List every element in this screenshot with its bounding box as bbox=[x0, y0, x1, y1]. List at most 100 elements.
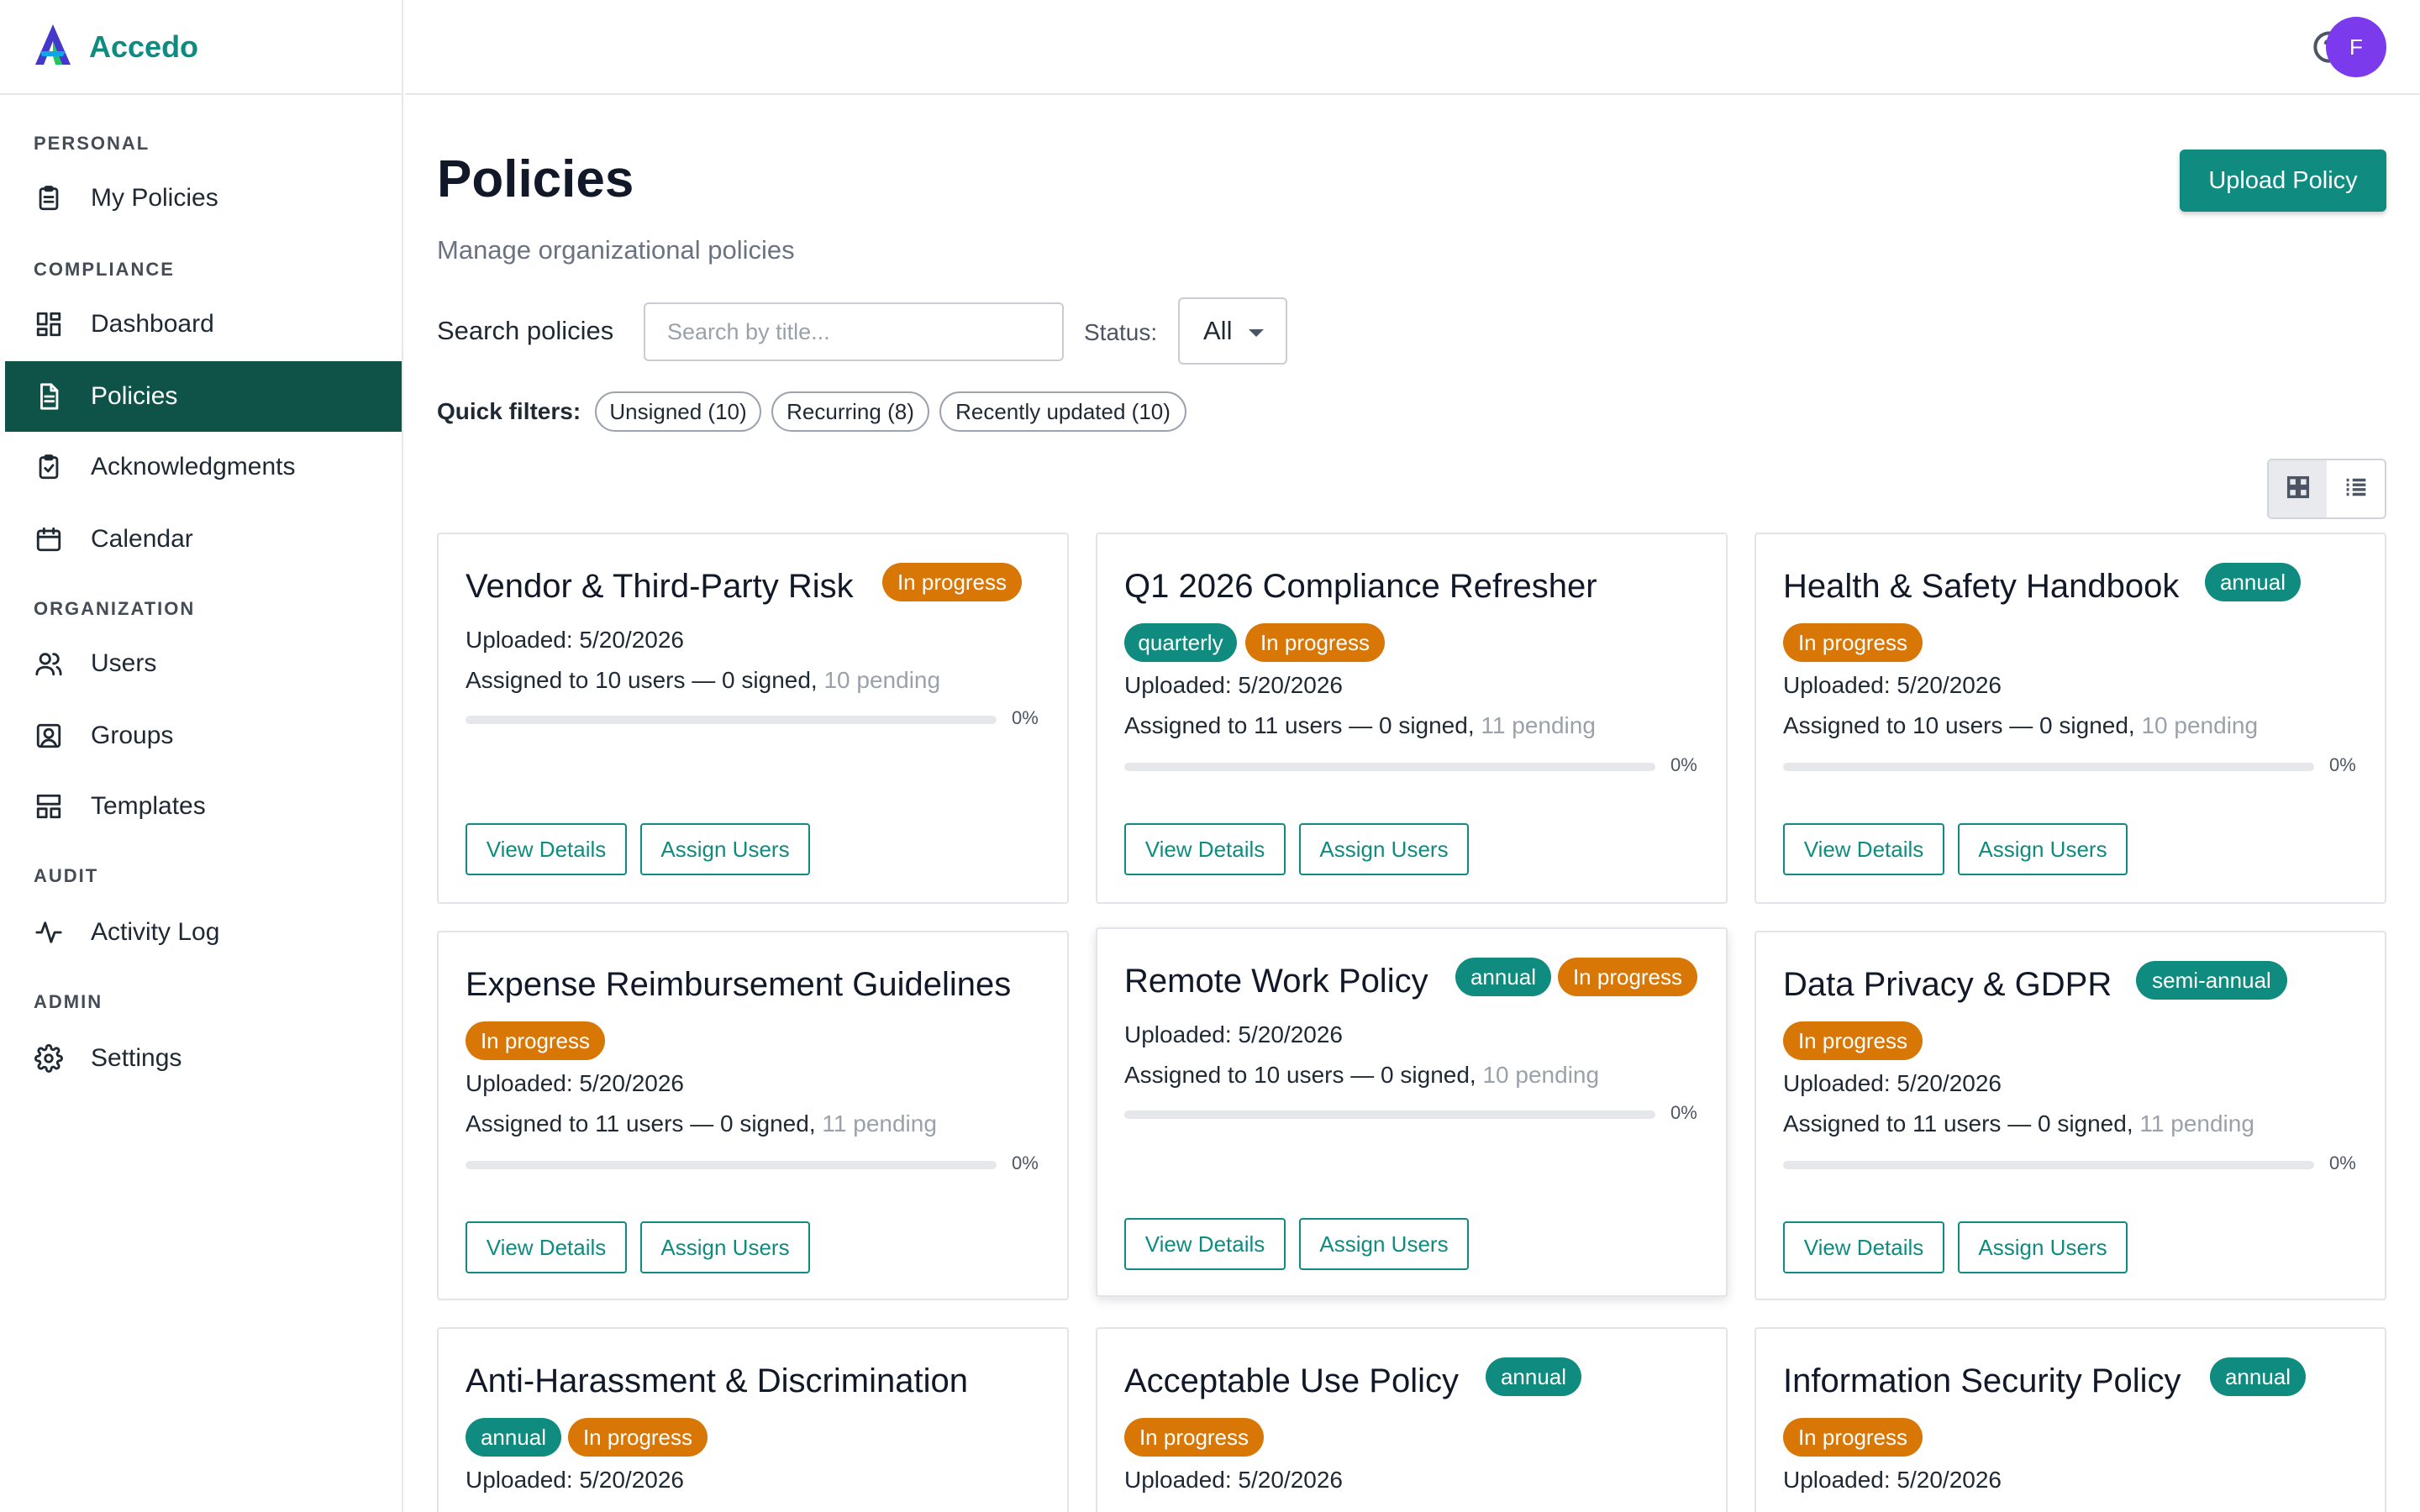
brand-name: Accedo bbox=[89, 29, 199, 64]
assigned-text: Assigned to 10 users — 0 signed bbox=[466, 667, 811, 693]
assign-users-button[interactable]: Assign Users bbox=[1299, 823, 1469, 875]
card-title: Anti-Harassment & Discrimination bbox=[466, 1362, 968, 1399]
sidebar-item-acknowledgments[interactable]: Acknowledgments bbox=[5, 432, 402, 502]
status-badge: In progress bbox=[1783, 623, 1923, 662]
calendar-icon bbox=[34, 524, 64, 554]
grid-view-button[interactable] bbox=[2269, 460, 2327, 517]
progress-bar bbox=[1783, 763, 2314, 771]
gear-icon bbox=[34, 1043, 64, 1074]
assigned-text: Assigned to 11 users — 0 signed bbox=[1124, 712, 1468, 738]
progress-bar bbox=[466, 1161, 997, 1169]
policy-card[interactable]: Health & Safety Handbook annual In progr… bbox=[1754, 533, 2386, 904]
policy-card[interactable]: Remote Work Policy annual In progress Up… bbox=[1096, 927, 1728, 1297]
search-input[interactable] bbox=[644, 302, 1064, 361]
chevron-down-icon bbox=[1249, 329, 1264, 337]
pending-text: 10 pending bbox=[1482, 1062, 1600, 1088]
brand[interactable]: Accedo bbox=[0, 0, 402, 95]
group-icon bbox=[34, 721, 64, 751]
grid-icon bbox=[2284, 473, 2312, 506]
card-uploaded: Uploaded: 5/20/2026 bbox=[1783, 1467, 2002, 1493]
avatar[interactable]: F bbox=[2326, 17, 2386, 77]
sidebar-item-settings[interactable]: Settings bbox=[5, 1023, 402, 1094]
progress-percent: 0% bbox=[1670, 754, 1697, 775]
card-uploaded: Uploaded: 5/20/2026 bbox=[466, 627, 684, 653]
card-assigned: Assigned to 11 users — 0 signed, 11 pend… bbox=[1124, 712, 1596, 738]
nav-section-compliance: COMPLIANCE bbox=[34, 259, 175, 280]
status-badge: In progress bbox=[1558, 958, 1697, 996]
assign-users-button[interactable]: Assign Users bbox=[640, 823, 810, 875]
assigned-text: Assigned to 11 users — 0 signed bbox=[1783, 1110, 2127, 1137]
sidebar-item-templates[interactable]: Templates bbox=[5, 771, 402, 842]
search-label: Search policies bbox=[437, 316, 614, 345]
sidebar-item-label: Settings bbox=[91, 1044, 182, 1072]
pending-text: 11 pending bbox=[2139, 1110, 2254, 1137]
view-details-button[interactable]: View Details bbox=[1124, 1218, 1286, 1270]
templates-icon bbox=[34, 791, 64, 822]
card-assigned: Assigned to 10 users — 0 signed, 10 pend… bbox=[1124, 1062, 1600, 1088]
status-badge: In progress bbox=[1783, 1021, 1923, 1060]
nav-section-personal: PERSONAL bbox=[34, 133, 150, 154]
clipboard-check-icon bbox=[34, 452, 64, 482]
status-badge: In progress bbox=[466, 1021, 605, 1060]
sidebar-item-calendar[interactable]: Calendar bbox=[5, 504, 402, 575]
progress-percent: 0% bbox=[2329, 1152, 2356, 1173]
status-badge: In progress bbox=[1245, 623, 1385, 662]
status-label: Status: bbox=[1084, 319, 1158, 345]
sidebar-item-policies[interactable]: Policies bbox=[5, 361, 402, 432]
pending-text: 10 pending bbox=[2141, 712, 2259, 738]
status-badge: In progress bbox=[1783, 1418, 1923, 1457]
progress-bar bbox=[1124, 1110, 1655, 1119]
policy-card[interactable]: Acceptable Use Policy annual In progress… bbox=[1096, 1327, 1728, 1512]
progress-percent: 0% bbox=[1012, 1152, 1039, 1173]
status-badge: In progress bbox=[882, 563, 1022, 601]
card-title: Information Security Policy bbox=[1783, 1362, 2181, 1399]
assign-users-button[interactable]: Assign Users bbox=[640, 1221, 810, 1273]
quick-filters-label: Quick filters: bbox=[437, 398, 581, 424]
pending-text: 11 pending bbox=[822, 1110, 937, 1137]
status-badge: In progress bbox=[568, 1418, 708, 1457]
accedo-logo-icon bbox=[34, 23, 72, 71]
view-details-button[interactable]: View Details bbox=[1783, 823, 1944, 875]
card-uploaded: Uploaded: 5/20/2026 bbox=[1783, 1070, 2002, 1096]
chip-unsigned[interactable]: Unsigned (10) bbox=[595, 391, 761, 432]
progress-percent: 0% bbox=[1670, 1102, 1697, 1123]
policy-card[interactable]: Data Privacy & GDPR semi-annual In progr… bbox=[1754, 931, 2386, 1300]
card-uploaded: Uploaded: 5/20/2026 bbox=[1124, 672, 1343, 698]
dashboard-icon bbox=[34, 309, 64, 339]
frequency-badge: annual bbox=[2205, 563, 2301, 601]
upload-policy-button[interactable]: Upload Policy bbox=[2180, 150, 2386, 212]
status-select[interactable]: All bbox=[1178, 297, 1287, 365]
document-icon bbox=[34, 381, 64, 412]
assign-users-button[interactable]: Assign Users bbox=[1958, 823, 2128, 875]
sidebar-item-my-policies[interactable]: My Policies bbox=[5, 163, 402, 234]
assign-users-button[interactable]: Assign Users bbox=[1299, 1218, 1469, 1270]
nav-section-admin: ADMIN bbox=[34, 991, 103, 1012]
assigned-text: Assigned to 10 users — 0 signed bbox=[1783, 712, 2128, 738]
card-assigned: Assigned to 11 users — 0 signed, 11 pend… bbox=[466, 1110, 937, 1137]
sidebar-item-label: Templates bbox=[91, 792, 206, 820]
clipboard-icon bbox=[34, 183, 64, 213]
list-view-button[interactable] bbox=[2327, 460, 2385, 517]
view-details-button[interactable]: View Details bbox=[1783, 1221, 1944, 1273]
view-details-button[interactable]: View Details bbox=[466, 1221, 627, 1273]
sidebar-item-activity-log[interactable]: Activity Log bbox=[5, 897, 402, 968]
policy-card[interactable]: Information Security Policy annual In pr… bbox=[1754, 1327, 2386, 1512]
policy-card[interactable]: Vendor & Third-Party Risk In progress Up… bbox=[437, 533, 1069, 904]
view-details-button[interactable]: View Details bbox=[466, 823, 627, 875]
assign-users-button[interactable]: Assign Users bbox=[1958, 1221, 2128, 1273]
view-toggle bbox=[2267, 459, 2386, 519]
sidebar-item-label: Acknowledgments bbox=[91, 453, 296, 480]
policy-card[interactable]: Q1 2026 Compliance Refresher quarterly I… bbox=[1096, 533, 1728, 904]
card-title: Q1 2026 Compliance Refresher bbox=[1124, 568, 1597, 605]
chip-recurring[interactable]: Recurring (8) bbox=[771, 391, 929, 432]
view-details-button[interactable]: View Details bbox=[1124, 823, 1286, 875]
card-title: Acceptable Use Policy bbox=[1124, 1362, 1459, 1399]
sidebar-item-groups[interactable]: Groups bbox=[5, 701, 402, 771]
policy-card[interactable]: Anti-Harassment & Discrimination annual … bbox=[437, 1327, 1069, 1512]
policy-card[interactable]: Expense Reimbursement Guidelines In prog… bbox=[437, 931, 1069, 1300]
chip-recently-updated[interactable]: Recently updated (10) bbox=[939, 391, 1186, 432]
sidebar-item-label: Calendar bbox=[91, 525, 193, 553]
sidebar-item-dashboard[interactable]: Dashboard bbox=[5, 289, 402, 360]
progress-bar bbox=[1783, 1161, 2314, 1169]
sidebar-item-users[interactable]: Users bbox=[5, 628, 402, 699]
